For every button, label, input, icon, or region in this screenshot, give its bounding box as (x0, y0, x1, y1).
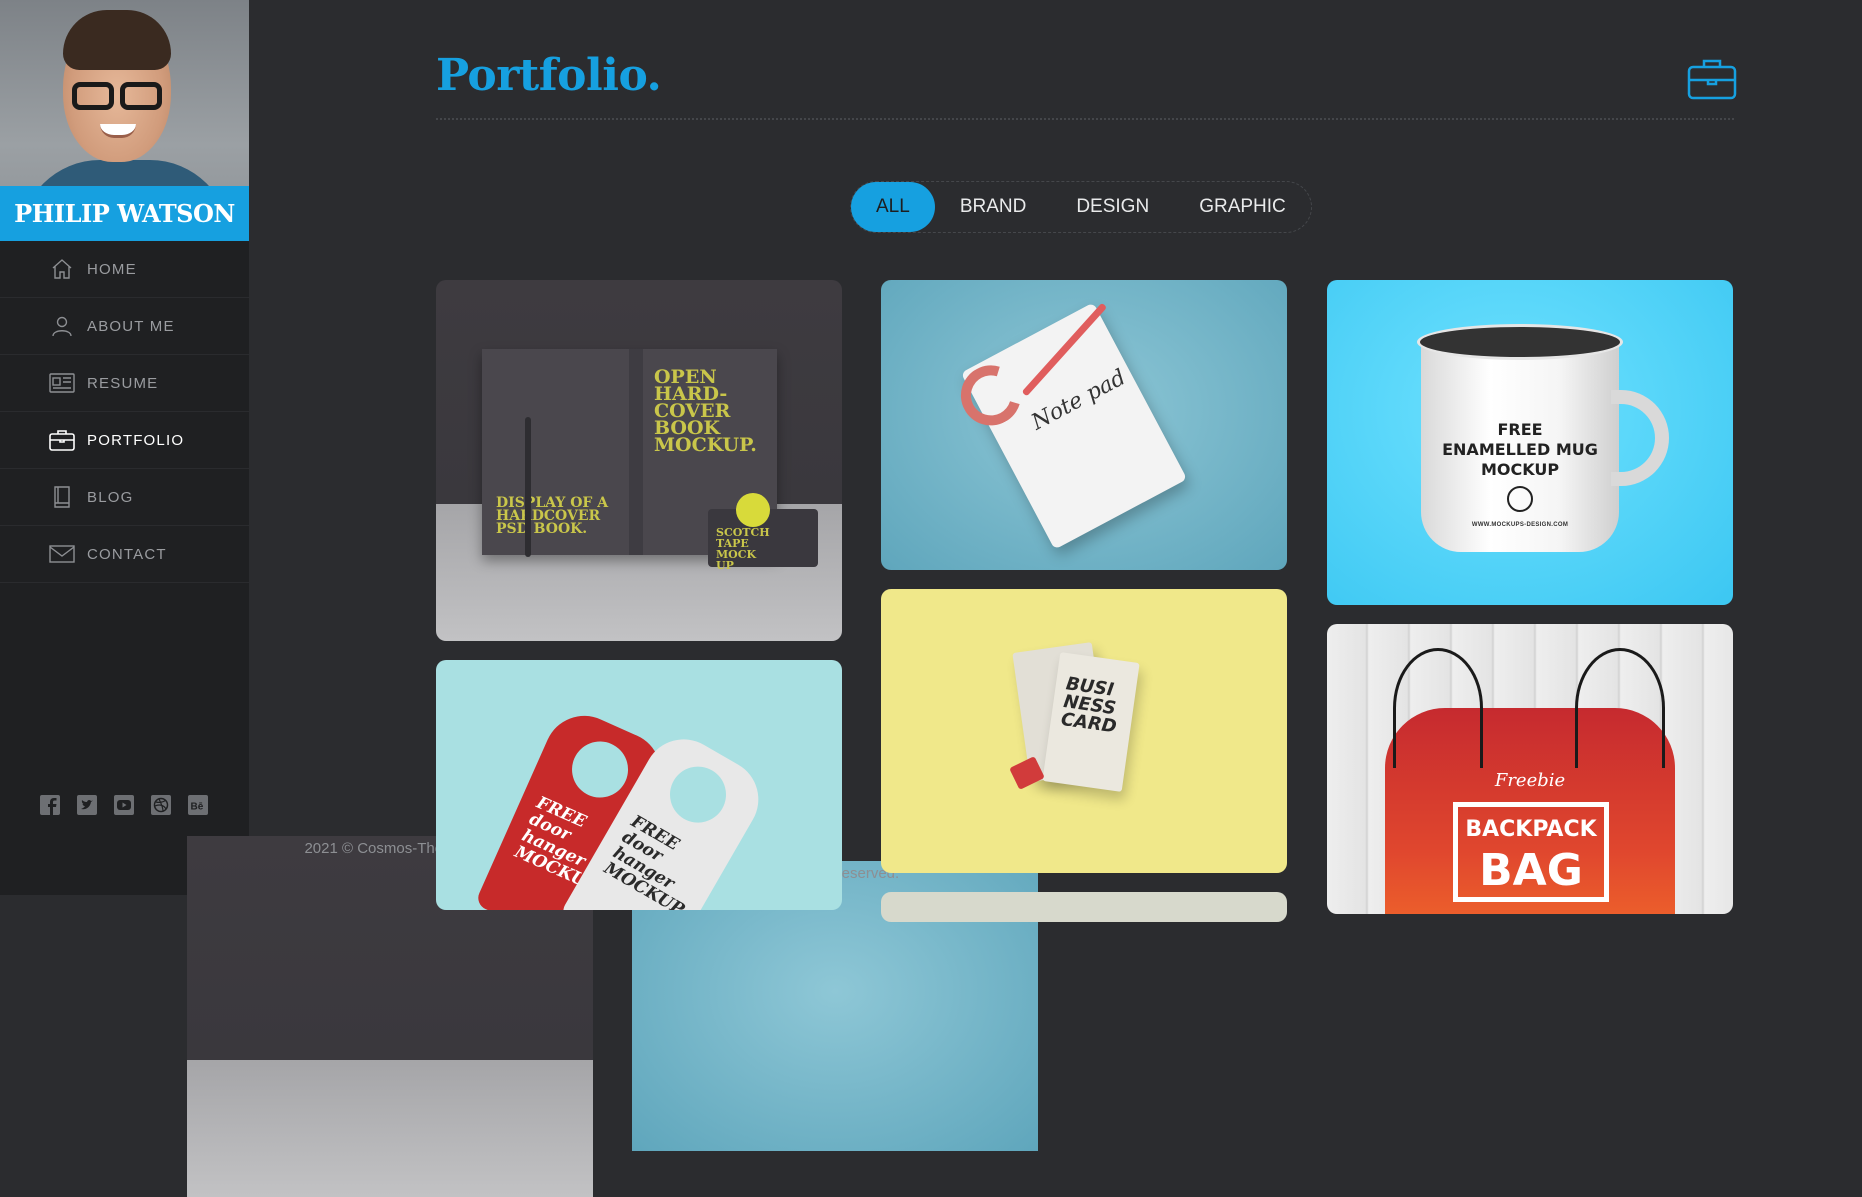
svg-text:Bē: Bē (190, 801, 203, 812)
door-hanger-hole (563, 732, 637, 807)
nav-item-about[interactable]: ABOUT ME (0, 298, 249, 355)
mug-rim (1417, 324, 1623, 360)
nav-item-label: HOME (87, 260, 137, 278)
nav-item-blog[interactable]: BLOG (0, 469, 249, 526)
book-icon (49, 485, 75, 509)
profile-photo-hair (63, 10, 171, 70)
nav-item-label: BLOG (87, 488, 134, 506)
nav-item-label: CONTACT (87, 545, 167, 563)
backpack-line2: BAG (1479, 845, 1583, 896)
briefcase-icon (1687, 58, 1737, 105)
mug-logo-icon (1507, 486, 1533, 512)
portfolio-item-business-card[interactable]: BUSI NESS CARD (881, 589, 1287, 873)
pen-image (525, 417, 531, 557)
filter-all[interactable]: ALL (851, 182, 935, 232)
tape-dispenser: SCOTCH TAPE MOCK UP (708, 493, 818, 571)
filter-design[interactable]: DESIGN (1051, 182, 1174, 232)
profile-name-bar: PHILIP WATSON (0, 186, 249, 241)
sidebar-nav: HOME ABOUT ME RESUME PORTFOLIO BLOG CONT… (0, 241, 249, 583)
facebook-icon[interactable] (37, 792, 62, 817)
tape-text: SCOTCH TAPE MOCK UP (716, 526, 770, 572)
profile-photo: PHILIP WATSON (0, 0, 249, 241)
backpack-tag-text: Freebie (1494, 770, 1566, 791)
backpack-cord-left (1393, 648, 1483, 768)
profile-name: PHILIP WATSON (14, 199, 235, 228)
sidebar: PHILIP WATSON HOME ABOUT ME RESUME PORTF… (0, 0, 1038, 1197)
nav-item-label: ABOUT ME (87, 317, 175, 335)
tape-roll (736, 493, 770, 527)
business-card-front: BUSI NESS CARD (1042, 652, 1140, 792)
backpack-image: Freebie BACKPACK BAG (1385, 648, 1675, 914)
dribbble-icon[interactable] (148, 792, 173, 817)
nav-item-label: PORTFOLIO (87, 431, 185, 449)
business-card-text: BUSI NESS CARD (1059, 673, 1118, 738)
nav-item-label: RESUME (87, 374, 159, 392)
mug-url: WWW.MOCKUPS-DESIGN.COM (1471, 522, 1569, 528)
mug-text: FREE ENAMELLED MUG MOCKUP (1442, 420, 1598, 479)
home-icon (49, 257, 75, 281)
book-subtitle-text: DISPLAY OF A HARDCOVER PSD BOOK. (496, 495, 609, 537)
portfolio-item-door-hanger[interactable]: FREE door hanger MOCKUP FREE door hanger… (436, 660, 842, 910)
nav-item-contact[interactable]: CONTACT (0, 526, 249, 583)
profile-photo-glasses-right (120, 82, 162, 110)
portfolio-item-partial[interactable] (881, 892, 1287, 922)
filter-graphic[interactable]: GRAPHIC (1174, 182, 1311, 232)
nav-item-resume[interactable]: RESUME (0, 355, 249, 412)
mug-image: FREE ENAMELLED MUG MOCKUP WWW.MOCKUPS-DE… (1417, 324, 1669, 552)
nav-item-home[interactable]: HOME (0, 241, 249, 298)
portfolio-filters: ALL BRAND DESIGN GRAPHIC (850, 181, 1312, 233)
behance-icon[interactable]: Bē (185, 792, 210, 817)
notepad-text: Note pad (1027, 365, 1130, 436)
portfolio-item-mug[interactable]: FREE ENAMELLED MUG MOCKUP WWW.MOCKUPS-DE… (1327, 280, 1733, 605)
book-title-text: OPEN HARD-COVER BOOK MOCKUP. (654, 366, 757, 456)
portfolio-item-backpack[interactable]: Freebie BACKPACK BAG (1327, 624, 1733, 914)
briefcase-icon (49, 428, 75, 452)
page-title: Portfolio. (436, 50, 662, 101)
backpack-label-box: BACKPACK BAG (1453, 802, 1609, 902)
portfolio-item-notepad[interactable]: Note pad (881, 280, 1287, 570)
user-icon (49, 314, 75, 338)
twitter-icon[interactable] (74, 792, 99, 817)
main-content: Portfolio. ALL BRAND DESIGN GRAPHIC OPEN… (249, 0, 1862, 922)
nav-item-portfolio[interactable]: PORTFOLIO (0, 412, 249, 469)
portfolio-item-book[interactable]: OPEN HARD-COVER BOOK MOCKUP. DISPLAY OF … (436, 280, 842, 641)
backpack-line1: BACKPACK (1465, 817, 1597, 842)
envelope-icon (49, 542, 75, 566)
backpack-cord-right (1575, 648, 1665, 768)
notepad-ring (950, 354, 1032, 436)
door-hanger-hole (659, 756, 737, 833)
book-spine (629, 349, 643, 555)
mug-handle (1611, 390, 1669, 486)
social-links: Bē (37, 792, 210, 817)
title-divider (436, 118, 1734, 120)
filter-brand[interactable]: BRAND (935, 182, 1052, 232)
resume-icon (49, 371, 75, 395)
youtube-icon[interactable] (111, 792, 136, 817)
profile-photo-glasses-left (72, 82, 114, 110)
door-hanger-white-text: FREE door hanger MOCKUP (600, 811, 688, 910)
